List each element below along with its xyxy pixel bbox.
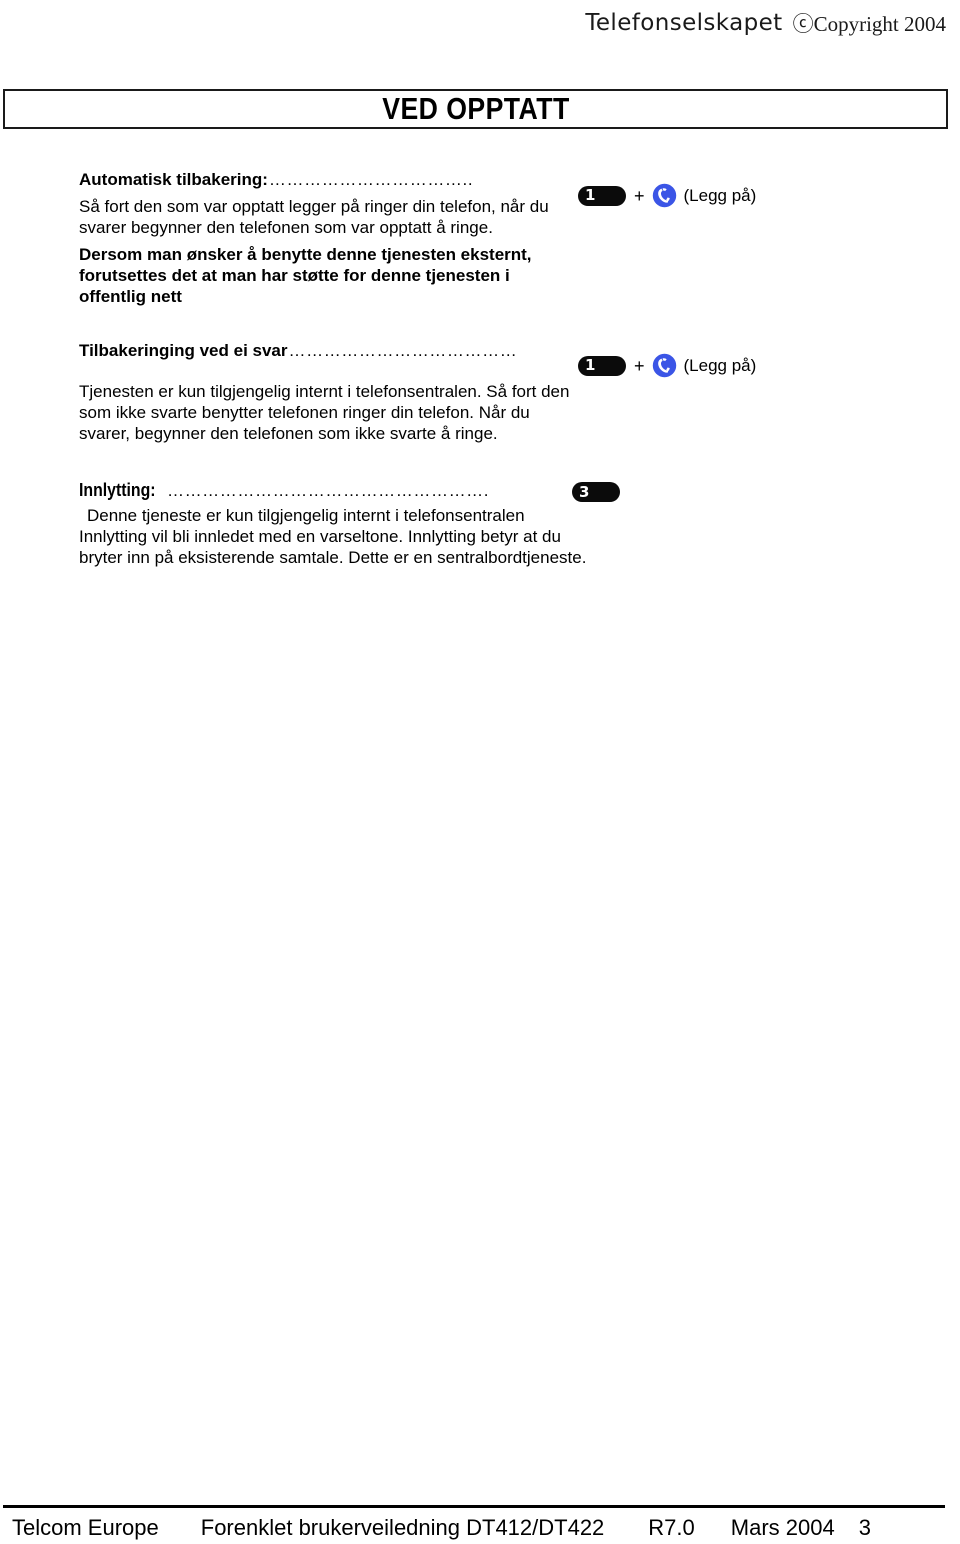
section-body: Så fort den som var opptatt legger på ri… (79, 196, 579, 238)
section-heading-row: Innlytting: ………………………………………………. (79, 480, 591, 501)
body-paragraph: Denne tjeneste er kun tilgjengelig inter… (79, 506, 587, 567)
section-automatisk-tilbakering: Automatisk tilbakering: …………………………….. Så… (0, 170, 960, 307)
key-caption: (Legg på) (683, 355, 757, 375)
phone-handset-icon (652, 353, 677, 378)
page-title-box: VED OPPTATT (3, 89, 948, 129)
section-body: Denne tjeneste er kun tilgjengelig inter… (79, 505, 591, 568)
body-paragraph: Dersom man ønsker å benytte denne tjenes… (79, 245, 532, 306)
dot-leader: ………………………………………………. (166, 481, 490, 500)
footer-company: Telcom Europe (12, 1515, 159, 1540)
footer-divider (3, 1505, 945, 1508)
page-footer: Telcom Europe Forenklet brukerveiledning… (0, 1512, 960, 1544)
phone-key[interactable]: 1 (578, 185, 626, 206)
copyright-notice: ⓒCopyright 2004 (792, 12, 946, 36)
footer-release: R7.0 (648, 1515, 695, 1540)
plus-separator: + (634, 185, 645, 206)
section-heading: Automatisk tilbakering: (79, 170, 268, 189)
body-paragraph: Så fort den som var opptatt legger på ri… (79, 197, 549, 237)
page-title: VED OPPTATT (381, 91, 570, 126)
section-heading-row: Tilbakeringing ved ei svar ………………………………… (79, 341, 579, 361)
key-sequence: 1 + (Legg på) (578, 353, 756, 378)
section-body-secondary: Dersom man ønsker å benytte denne tjenes… (79, 244, 579, 307)
key-sequence: 1 + (Legg på) (578, 183, 756, 208)
phone-key[interactable]: 1 (578, 355, 626, 376)
section-tilbakeringing-ved-ei-svar: Tilbakeringing ved ei svar …………………………………… (0, 341, 960, 444)
phone-key-label: 1 (585, 356, 596, 374)
section-heading: Innlytting: (79, 480, 156, 500)
plus-separator: + (634, 355, 645, 376)
key-sequence: 3 (572, 482, 620, 502)
section-heading: Tilbakeringing ved ei svar (79, 341, 288, 360)
page-header: Telefonselskapet ⓒCopyright 2004 (0, 0, 960, 46)
phone-key[interactable]: 3 (572, 482, 620, 502)
phone-key-label: 3 (579, 482, 590, 501)
phone-key-label: 1 (585, 186, 596, 204)
dot-leader: ………………………………… (288, 341, 518, 360)
body-paragraph: Tjenesten er kun tilgjengelig internt i … (79, 382, 570, 443)
dot-leader: …………………………….. (268, 170, 474, 189)
key-caption: (Legg på) (683, 185, 757, 205)
section-body: Tjenesten er kun tilgjengelig internt i … (79, 381, 579, 444)
footer-page-number: 3 (858, 1515, 871, 1540)
content-area: Automatisk tilbakering: …………………………….. Så… (0, 170, 960, 568)
brand-name: Telefonselskapet (585, 10, 783, 36)
phone-handset-icon (652, 183, 677, 208)
footer-date: Mars 2004 (730, 1515, 835, 1540)
section-innlytting: Innlytting: ………………………………………………. Denne tj… (0, 480, 960, 568)
section-heading-row: Automatisk tilbakering: …………………………….. (79, 170, 579, 190)
footer-document-title: Forenklet brukerveiledning DT412/DT422 (200, 1515, 605, 1540)
